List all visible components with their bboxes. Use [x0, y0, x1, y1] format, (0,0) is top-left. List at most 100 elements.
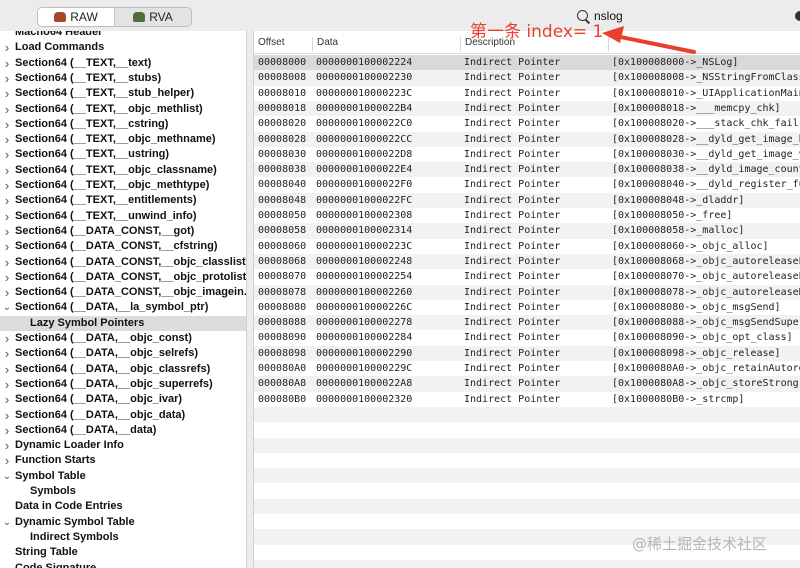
- table-row[interactable]: 00008088 0000000100002278 Indirect Pointer…: [254, 315, 800, 331]
- chevron-right-icon[interactable]: ›: [2, 392, 12, 407]
- sidebar-item[interactable]: › Section64 (__DATA,__data): [0, 423, 246, 438]
- sidebar-item[interactable]: › Section64 (__DATA,__objc_classrefs): [0, 362, 246, 377]
- chevron-right-icon[interactable]: ›: [2, 255, 12, 270]
- sidebar-item[interactable]: › Dynamic Loader Info: [0, 438, 246, 453]
- chevron-right-icon[interactable]: ›: [2, 102, 12, 117]
- chevron-right-icon[interactable]: ›: [2, 362, 12, 377]
- sidebar-item[interactable]: Code Signature: [0, 561, 246, 568]
- table-row[interactable]: 00008098 0000000100002290 Indirect Pointer…: [254, 345, 800, 361]
- sidebar-item[interactable]: › Load Commands: [0, 40, 246, 55]
- sidebar-item[interactable]: › Section64 (__TEXT,__objc_methname): [0, 132, 246, 147]
- sidebar-item[interactable]: › Section64 (__TEXT,__text): [0, 56, 246, 71]
- chevron-right-icon[interactable]: ›: [2, 193, 12, 208]
- table-row[interactable]: 00008090 0000000100002284 Indirect Pointer…: [254, 330, 800, 345]
- table-row[interactable]: 00008008 0000000100002230 Indirect Pointer…: [254, 70, 800, 86]
- chevron-right-icon[interactable]: ›: [2, 147, 12, 162]
- table-row[interactable]: 00008048 00000001000022FC Indirect Pointer…: [254, 192, 800, 208]
- table-row[interactable]: 000080A8 00000001000022A8 Indirect Pointer…: [254, 376, 800, 392]
- table-row[interactable]: 00008038 00000001000022E4 Indirect Pointer…: [254, 162, 800, 178]
- sidebar-item[interactable]: Symbols: [0, 484, 246, 499]
- raw-segment-button[interactable]: RAW: [38, 8, 115, 26]
- sidebar-item[interactable]: › Section64 (__DATA,__objc_data): [0, 408, 246, 423]
- sidebar-item[interactable]: › Section64 (__DATA,__objc_superrefs): [0, 377, 246, 392]
- chevron-right-icon[interactable]: ›: [2, 346, 12, 361]
- sidebar-item[interactable]: › Section64 (__TEXT,__stubs): [0, 71, 246, 86]
- chevron-right-icon[interactable]: ›: [2, 40, 12, 55]
- sidebar-item[interactable]: › Section64 (__DATA_CONST,__objc_imagein.…: [0, 285, 246, 300]
- table-row[interactable]: 00008078 0000000100002260 Indirect Pointer…: [254, 284, 800, 300]
- chevron-right-icon[interactable]: ›: [2, 132, 12, 147]
- sidebar-item[interactable]: › Section64 (__TEXT,__unwind_info): [0, 209, 246, 224]
- chevron-right-icon[interactable]: ›: [2, 438, 12, 453]
- cell-description: Indirect Pointer: [464, 194, 561, 206]
- table-row[interactable]: 00008050 0000000100002308 Indirect Pointer…: [254, 208, 800, 223]
- search-input[interactable]: [594, 8, 784, 24]
- sidebar-item[interactable]: › Section64 (__TEXT,__objc_methtype): [0, 178, 246, 193]
- sidebar-item[interactable]: Indirect Symbols: [0, 530, 246, 545]
- sidebar-item[interactable]: › Section64 (__DATA_CONST,__got): [0, 224, 246, 239]
- sidebar-item[interactable]: String Table: [0, 545, 246, 560]
- sidebar-item[interactable]: ⌄ Symbol Table: [0, 469, 246, 484]
- chevron-right-icon[interactable]: ›: [2, 71, 12, 86]
- cell-value: [0x100008038->__dyld_image_count]: [612, 164, 800, 176]
- sidebar-item-label: Section64 (__TEXT,__objc_methlist): [15, 102, 203, 115]
- sidebar-item[interactable]: › Section64 (__TEXT,__entitlements): [0, 193, 246, 208]
- sidebar-item[interactable]: › Section64 (__DATA_CONST,__cfstring): [0, 239, 246, 254]
- chevron-right-icon[interactable]: ›: [2, 117, 12, 132]
- chevron-right-icon[interactable]: ›: [2, 453, 12, 468]
- column-header-data[interactable]: Data: [312, 37, 457, 51]
- sidebar-item[interactable]: › Section64 (__DATA,__objc_selrefs): [0, 346, 246, 361]
- sidebar-item[interactable]: Data in Code Entries: [0, 499, 246, 514]
- sidebar-item[interactable]: › Section64 (__TEXT,__stub_helper): [0, 86, 246, 101]
- rva-segment-button[interactable]: RVA: [115, 8, 191, 26]
- sidebar-item[interactable]: ⌄ Dynamic Symbol Table: [0, 515, 246, 530]
- sidebar-item[interactable]: › Function Starts: [0, 453, 246, 468]
- table-row[interactable]: 00008080 000000010000226C Indirect Pointer…: [254, 300, 800, 315]
- chevron-right-icon[interactable]: ›: [2, 163, 12, 178]
- sidebar-item[interactable]: › Section64 (__TEXT,__ustring): [0, 147, 246, 162]
- column-header-offset[interactable]: Offset: [254, 37, 312, 51]
- sidebar-item[interactable]: › Section64 (__DATA,__objc_ivar): [0, 392, 246, 407]
- table-row[interactable]: 00008010 000000010000223C Indirect Pointer…: [254, 86, 800, 101]
- table-row[interactable]: 00008058 0000000100002314 Indirect Pointer…: [254, 223, 800, 239]
- table-row[interactable]: 00008070 0000000100002254 Indirect Pointer…: [254, 269, 800, 284]
- table-row[interactable]: 000080B0 0000000100002320 Indirect Pointer…: [254, 392, 800, 407]
- chevron-right-icon[interactable]: ›: [2, 224, 12, 239]
- clear-search-icon[interactable]: [795, 11, 800, 21]
- table-row[interactable]: 00008040 00000001000022F0 Indirect Pointer…: [254, 177, 800, 192]
- chevron-right-icon[interactable]: ›: [2, 270, 12, 285]
- sidebar-item[interactable]: › Section64 (__DATA_CONST,__objc_protolis…: [0, 270, 246, 285]
- chevron-right-icon[interactable]: ›: [2, 86, 12, 101]
- chevron-right-icon[interactable]: ›: [2, 209, 12, 224]
- sidebar-item[interactable]: › Section64 (__DATA,__objc_const): [0, 331, 246, 346]
- chevron-right-icon[interactable]: ›: [2, 239, 12, 254]
- chevron-down-icon[interactable]: ⌄: [2, 469, 12, 484]
- chevron-right-icon[interactable]: ›: [2, 56, 12, 71]
- table-row[interactable]: 00008060 000000010000223C Indirect Pointer…: [254, 239, 800, 254]
- sidebar-item[interactable]: › Section64 (__TEXT,__cstring): [0, 117, 246, 132]
- sidebar-item[interactable]: ⌄ Section64 (__DATA,__la_symbol_ptr): [0, 300, 246, 315]
- sidebar-item[interactable]: › Section64 (__TEXT,__objc_classname): [0, 163, 246, 178]
- chevron-right-icon[interactable]: ›: [2, 377, 12, 392]
- sidebar-item[interactable]: Macho64 Header: [0, 31, 246, 40]
- table-row[interactable]: 00008000 0000000100002224 Indirect Pointer…: [254, 55, 800, 71]
- chevron-right-icon[interactable]: ›: [2, 178, 12, 193]
- sidebar-item[interactable]: Lazy Symbol Pointers: [0, 315, 246, 331]
- table-row[interactable]: 00008020 00000001000022C0 Indirect Pointer…: [254, 116, 800, 131]
- chevron-right-icon[interactable]: ›: [2, 285, 12, 300]
- column-header-value[interactable]: [608, 37, 800, 51]
- sidebar-item[interactable]: › Section64 (__TEXT,__objc_methlist): [0, 102, 246, 117]
- chevron-down-icon[interactable]: ⌄: [2, 300, 12, 315]
- chevron-right-icon[interactable]: ›: [2, 423, 12, 438]
- table-row[interactable]: 00008030 00000001000022D8 Indirect Pointer…: [254, 147, 800, 162]
- table-row[interactable]: 00008018 00000001000022B4 Indirect Pointer…: [254, 100, 800, 117]
- table-row[interactable]: 00008068 0000000100002248 Indirect Pointer…: [254, 253, 800, 270]
- table-row[interactable]: 00008028 00000001000022CC Indirect Pointer…: [254, 131, 800, 147]
- sidebar-item-label: Section64 (__TEXT,__unwind_info): [15, 209, 197, 222]
- chevron-right-icon[interactable]: ›: [2, 331, 12, 346]
- sidebar-item[interactable]: › Section64 (__DATA_CONST,__objc_classlis…: [0, 255, 246, 270]
- chevron-right-icon[interactable]: ›: [2, 408, 12, 423]
- table-row[interactable]: 000080A0 000000010000229C Indirect Pointer…: [254, 361, 800, 376]
- split-view-divider[interactable]: [246, 31, 254, 568]
- chevron-down-icon[interactable]: ⌄: [2, 515, 12, 530]
